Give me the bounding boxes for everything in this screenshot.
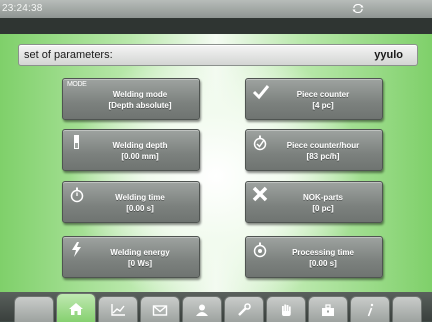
processing-time-button[interactable]: Processing time [0.00 s] xyxy=(245,236,383,278)
clock: 23:24:38 xyxy=(2,3,43,14)
processing-time-title: Processing time xyxy=(292,248,354,257)
nok-parts-label: NOK-parts [0 pc] xyxy=(264,192,382,214)
tab-manual[interactable] xyxy=(266,296,306,322)
welding-time-button[interactable]: Welding time [0.00 s] xyxy=(62,181,200,223)
piece-counter-hour-value: [83 pc/h] xyxy=(306,152,340,161)
status-bar: 23:24:38 xyxy=(0,0,432,19)
welding-mode-title: Welding mode xyxy=(112,90,168,99)
piece-counter-hour-title: Piece counter/hour xyxy=(286,141,360,150)
welding-mode-value: [Depth absolute] xyxy=(108,101,172,110)
nok-parts-value: [0 pc] xyxy=(312,204,334,213)
tab-messages[interactable] xyxy=(140,296,180,322)
piece-counter-label: Piece counter [4 pc] xyxy=(264,89,382,111)
hand-icon xyxy=(282,304,291,316)
bottom-tab-bar xyxy=(0,292,432,322)
welding-time-label: Welding time [0.00 s] xyxy=(81,192,199,214)
sync-icon[interactable] xyxy=(352,4,364,13)
piece-counter-hour-label: Piece counter/hour [83 pc/h] xyxy=(264,140,382,162)
tab-users[interactable] xyxy=(182,296,222,322)
nok-parts-title: NOK-parts xyxy=(302,193,343,202)
parameter-set-bar[interactable]: set of parameters: yyulo xyxy=(18,44,418,66)
user-icon xyxy=(196,304,208,316)
welding-depth-button[interactable]: Welding depth [0.00 mm] xyxy=(62,129,200,171)
parameter-set-value: yyulo xyxy=(374,49,403,61)
welding-mode-label: Welding mode [Depth absolute] xyxy=(81,89,199,111)
welding-energy-button[interactable]: Welding energy [0 Ws] xyxy=(62,236,200,278)
envelope-icon xyxy=(152,305,168,316)
toolbox-icon xyxy=(322,304,334,316)
graph-icon xyxy=(111,304,125,316)
welding-mode-button[interactable]: MODE Welding mode [Depth absolute] xyxy=(62,78,200,120)
nok-parts-button[interactable]: NOK-parts [0 pc] xyxy=(245,181,383,223)
wrench-icon xyxy=(238,303,251,316)
welding-depth-label: Welding depth [0.00 mm] xyxy=(81,140,199,162)
header-strip xyxy=(0,18,432,34)
processing-time-label: Processing time [0.00 s] xyxy=(264,247,382,269)
tab-graph[interactable] xyxy=(98,296,138,322)
piece-counter-title: Piece counter xyxy=(296,90,350,99)
home-icon xyxy=(69,303,83,315)
tab-blank-left[interactable] xyxy=(14,296,54,322)
welding-energy-title: Welding energy xyxy=(110,248,170,257)
info-icon xyxy=(367,303,374,317)
piece-counter-value: [4 pc] xyxy=(312,101,334,110)
parameter-set-label: set of parameters: xyxy=(24,49,113,61)
tab-home[interactable] xyxy=(56,293,96,322)
piece-counter-button[interactable]: Piece counter [4 pc] xyxy=(245,78,383,120)
welding-depth-value: [0.00 mm] xyxy=(121,152,159,161)
welding-energy-label: Welding energy [0 Ws] xyxy=(81,247,199,269)
welding-depth-title: Welding depth xyxy=(112,141,168,150)
tab-blank-right[interactable] xyxy=(392,296,422,322)
welding-time-title: Welding time xyxy=(115,193,165,202)
welding-energy-value: [0 Ws] xyxy=(128,259,152,268)
piece-counter-hour-button[interactable]: Piece counter/hour [83 pc/h] xyxy=(245,129,383,171)
tab-service[interactable] xyxy=(224,296,264,322)
tab-toolbox[interactable] xyxy=(308,296,348,322)
tab-info[interactable] xyxy=(350,296,390,322)
welding-time-value: [0.00 s] xyxy=(126,204,154,213)
mode-icon: MODE xyxy=(67,81,87,88)
processing-time-value: [0.00 s] xyxy=(309,259,337,268)
